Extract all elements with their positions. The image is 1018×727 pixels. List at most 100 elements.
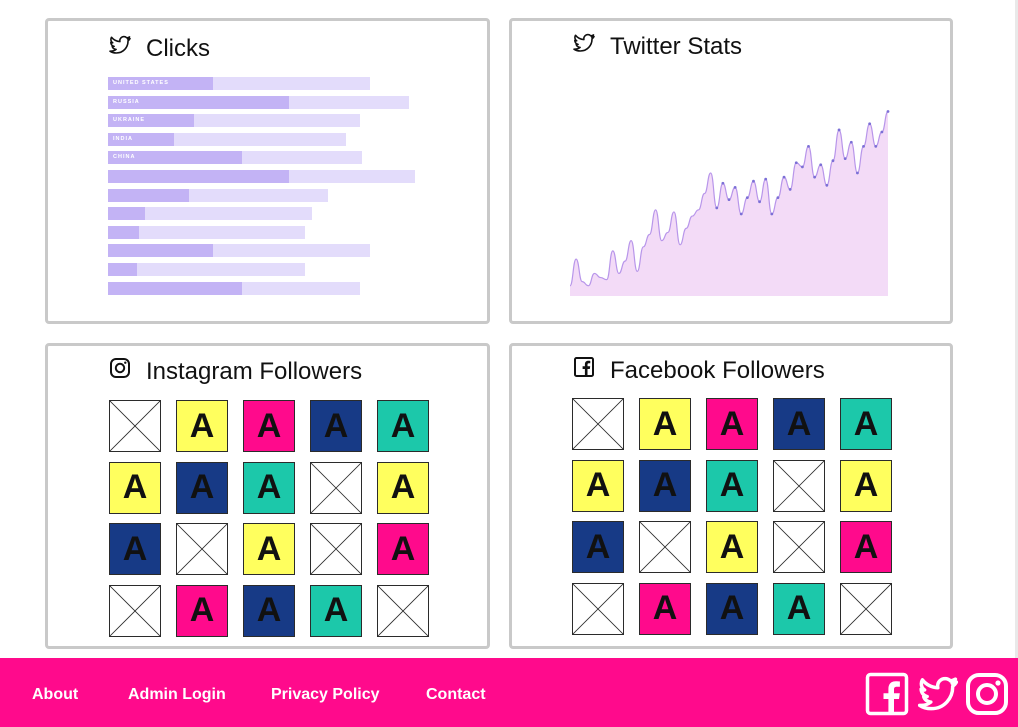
footer-link-admin-login[interactable]: Admin Login	[128, 686, 226, 704]
instagram-title: Instagram Followers	[108, 356, 362, 387]
clicks-bar-row	[108, 188, 428, 202]
twitter-stats-point	[807, 144, 810, 148]
instagram-follower-avatar[interactable]: A	[310, 400, 362, 452]
avatar-letter: A	[652, 589, 678, 627]
avatar-letter: A	[323, 591, 349, 629]
twitter-icon	[572, 31, 596, 62]
twitter-stats-title-text: Twitter Stats	[610, 32, 743, 60]
twitter-stats-point	[813, 175, 817, 179]
instagram-follower-avatar[interactable]: A	[377, 400, 429, 452]
instagram-follower-avatar[interactable]: A	[310, 584, 362, 637]
avatar-letter: A	[719, 404, 745, 443]
avatar-letter: A	[719, 589, 745, 627]
facebook-follower-avatar[interactable]: A	[840, 521, 892, 573]
instagram-follower-avatar[interactable]: A	[243, 523, 295, 575]
instagram-follower-avatar[interactable]: A	[377, 461, 429, 514]
instagram-follower-avatar[interactable]: A	[109, 461, 161, 514]
facebook-placeholder-image[interactable]	[840, 582, 892, 635]
facebook-follower-avatar[interactable]: A	[639, 582, 691, 635]
facebook-follower-avatar[interactable]: A	[706, 459, 758, 512]
clicks-title-text: Clicks	[146, 34, 210, 62]
instagram-placeholder-image[interactable]	[310, 461, 362, 514]
twitter-stats-point	[831, 159, 835, 163]
instagram-placeholder-image[interactable]	[176, 523, 228, 575]
facebook-follower-avatar[interactable]: A	[639, 459, 691, 512]
twitter-stats-point	[856, 171, 859, 175]
instagram-icon	[108, 356, 132, 387]
facebook-follower-avatar[interactable]: A	[706, 521, 758, 573]
instagram-icon[interactable]	[965, 672, 1009, 716]
footer-link-about[interactable]: About	[32, 686, 78, 704]
avatar-letter: A	[719, 466, 745, 504]
avatar-letter: A	[323, 406, 349, 445]
avatar-letter: A	[390, 529, 416, 568]
facebook-placeholder-image[interactable]	[773, 459, 825, 512]
clicks-bar-row	[108, 207, 428, 221]
avatar-letter: A	[256, 406, 282, 445]
avatar-letter: A	[256, 529, 282, 568]
footer-link-contact[interactable]: Contact	[426, 686, 486, 704]
twitter-stats-point	[764, 177, 768, 181]
clicks-bar-label: CHINA	[113, 154, 136, 161]
avatar-letter: A	[189, 591, 215, 629]
instagram-follower-avatar[interactable]: A	[243, 400, 295, 452]
twitter-stats-point	[874, 144, 878, 148]
instagram-follower-avatar[interactable]: A	[377, 523, 429, 575]
twitter-stats-card: Twitter Stats	[509, 18, 953, 324]
twitter-icon	[108, 33, 132, 64]
avatar-letter: A	[390, 406, 416, 445]
facebook-follower-avatar[interactable]: A	[639, 398, 691, 450]
facebook-placeholder-image[interactable]	[639, 521, 691, 573]
instagram-placeholder-image[interactable]	[109, 584, 161, 637]
facebook-follower-avatar[interactable]: A	[840, 398, 892, 450]
twitter-stats-chart	[569, 110, 890, 296]
instagram-follower-avatar[interactable]: A	[243, 584, 295, 637]
instagram-follower-avatar[interactable]: A	[176, 400, 228, 452]
avatar-letter: A	[652, 466, 678, 504]
clicks-bar-row	[108, 169, 428, 183]
clicks-bar-fill	[108, 169, 289, 183]
facebook-follower-avatar[interactable]: A	[572, 459, 624, 512]
instagram-follower-avatar[interactable]: A	[176, 584, 228, 637]
twitter-stats-point	[825, 183, 829, 187]
instagram-placeholder-image[interactable]	[109, 400, 161, 452]
twitter-stats-point	[788, 188, 792, 191]
instagram-title-text: Instagram Followers	[146, 357, 363, 385]
clicks-bar-fill	[108, 207, 145, 221]
twitter-icon[interactable]	[916, 672, 960, 716]
instagram-placeholder-image[interactable]	[310, 523, 362, 575]
facebook-follower-avatar[interactable]: A	[706, 582, 758, 635]
facebook-icon[interactable]	[865, 672, 909, 716]
instagram-follower-avatar[interactable]: A	[176, 461, 228, 514]
facebook-placeholder-image[interactable]	[572, 582, 624, 635]
clicks-title: Clicks	[108, 33, 210, 64]
twitter-stats-point	[715, 206, 719, 210]
footer-link-privacy-policy[interactable]: Privacy Policy	[271, 686, 380, 704]
avatar-letter: A	[853, 404, 879, 443]
clicks-bar-fill	[108, 225, 140, 239]
footer: About Admin Login Privacy Policy Contact	[0, 658, 1018, 727]
instagram-follower-avatar[interactable]: A	[109, 523, 161, 575]
facebook-follower-avatar[interactable]: A	[773, 398, 825, 450]
facebook-follower-avatar[interactable]: A	[840, 459, 892, 512]
twitter-stats-point	[886, 110, 890, 113]
facebook-placeholder-image[interactable]	[572, 398, 624, 450]
clicks-bar-label: RUSSIA	[113, 98, 140, 105]
facebook-placeholder-image[interactable]	[773, 521, 825, 573]
instagram-placeholder-image[interactable]	[377, 584, 429, 637]
twitter-stats-area	[570, 111, 888, 296]
facebook-follower-avatar[interactable]: A	[773, 582, 825, 635]
avatar-letter: A	[853, 466, 879, 504]
facebook-follower-avatar[interactable]: A	[572, 521, 624, 573]
avatar-letter: A	[189, 468, 215, 506]
facebook-follower-avatar[interactable]: A	[706, 398, 758, 450]
twitter-stats-point	[819, 163, 823, 167]
clicks-bar-track	[108, 262, 305, 276]
facebook-icon	[572, 355, 596, 386]
avatar-letter: A	[189, 406, 215, 445]
twitter-stats-point	[776, 196, 780, 199]
avatar-letter: A	[853, 527, 879, 566]
instagram-follower-avatar[interactable]: A	[243, 461, 295, 514]
clicks-bar-list: UNITED STATES RUSSIA UKRAINE INDIA CHINA	[108, 77, 428, 300]
twitter-stats-point	[868, 122, 872, 126]
